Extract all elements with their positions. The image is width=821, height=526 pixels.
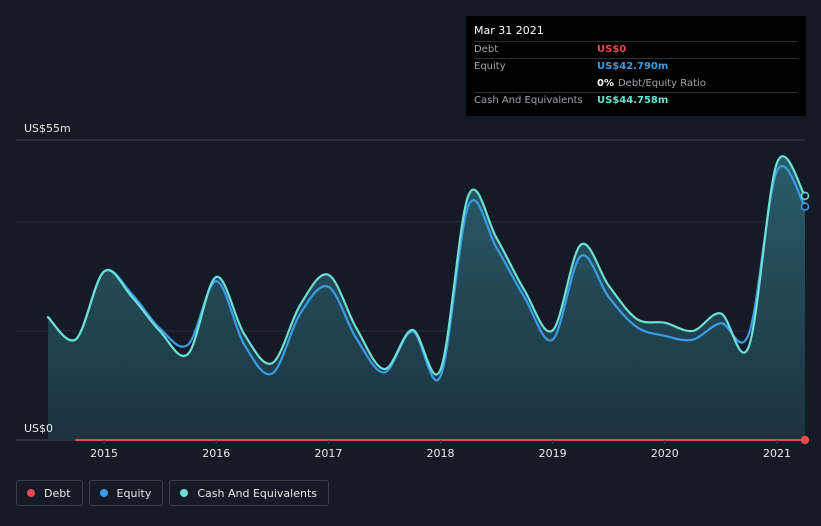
cash-end-marker [800,191,810,201]
debt-end-marker [800,435,810,445]
tooltip-date: Mar 31 2021 [474,24,544,37]
tooltip-row-equity: Equity US$42.790m [474,58,798,75]
tooltip-value-equity: US$42.790m [597,61,669,72]
legend-label: Debt [44,486,71,500]
legend-item-cash[interactable]: Cash And Equivalents [169,480,329,506]
tooltip-row-debt: Debt US$0 [474,41,798,58]
tooltip-ratio-label: Debt/Equity Ratio [617,78,706,89]
equity-end-marker [800,202,810,211]
tooltip-row-cash: Cash And Equivalents US$44.758m [474,92,798,109]
tooltip-row-ratio: 0% Debt/Equity Ratio [474,75,798,92]
y-axis-bottom-label: US$0 [24,422,53,435]
x-tick-label: 2019 [539,447,567,460]
cash-area [48,156,805,440]
tooltip-value-debt: US$0 [597,44,627,55]
legend-item-debt[interactable]: Debt [16,480,83,506]
legend-item-equity[interactable]: Equity [88,480,164,506]
tooltip-panel: Mar 31 2021 Debt US$0 Equity US$42.790m … [466,16,806,116]
tooltip-label: Debt [474,44,499,55]
legend-label: Equity [116,486,152,500]
tooltip-label: Equity [474,61,506,72]
area-fills [48,156,805,440]
x-axis-ticks: 2015 2016 2017 2018 2019 2020 2021 [90,440,791,460]
legend: Debt Equity Cash And Equivalents [16,480,329,506]
tooltip-label: Cash And Equivalents [474,95,583,106]
tooltip-value-cash: US$44.758m [597,95,669,106]
x-tick-label: 2018 [427,447,455,460]
y-axis-top-label: US$55m [24,122,71,135]
legend-dot-icon [27,489,35,497]
legend-dot-icon [99,489,108,497]
tooltip-ratio-percent: 0% [597,78,614,89]
x-tick-label: 2015 [90,447,118,460]
x-tick-label: 2016 [202,447,230,460]
x-tick-label: 2017 [314,447,342,460]
x-tick-label: 2020 [651,447,679,460]
legend-dot-icon [180,489,189,497]
legend-label: Cash And Equivalents [197,486,317,500]
x-tick-label: 2021 [763,447,791,460]
